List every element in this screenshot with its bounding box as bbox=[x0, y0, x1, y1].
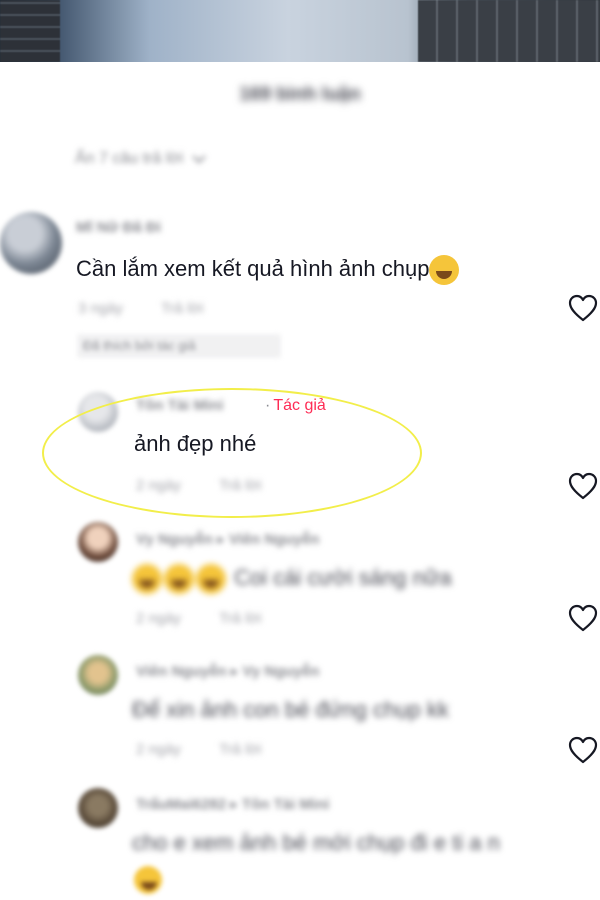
heart-outline-icon[interactable] bbox=[568, 472, 598, 500]
avatar[interactable] bbox=[0, 212, 62, 274]
reply-button[interactable]: Trả lời bbox=[219, 477, 262, 494]
comment-text-content: Coi cái cười sáng nữa bbox=[234, 564, 452, 590]
heart-outline-icon[interactable] bbox=[568, 736, 598, 764]
comment-username[interactable]: Viên Nguyễn ▸ Vy Nguyễn bbox=[136, 662, 319, 680]
reply-button[interactable]: Trả lời bbox=[161, 300, 204, 317]
comment-time: 2 ngày bbox=[136, 741, 182, 758]
liked-by-author-label: Đã thích bởi tác giả bbox=[77, 334, 281, 358]
avatar[interactable] bbox=[78, 522, 118, 562]
preview-wall-left bbox=[0, 0, 60, 62]
comment-username[interactable]: TrẩuMai6282 ▸ Tôn Tài Mini bbox=[136, 795, 329, 813]
avatar[interactable] bbox=[78, 392, 118, 432]
comments-count-title: 169 bình luận bbox=[239, 84, 361, 105]
comment-emoji-row bbox=[134, 866, 164, 894]
comment-time: 2 ngày bbox=[136, 610, 182, 627]
comment-text-content: Cần lắm xem kết quả hình ảnh chụp bbox=[76, 255, 430, 281]
video-preview-image[interactable] bbox=[0, 0, 600, 62]
comment-text: Để xin ảnh con bé đứng chụp kk bbox=[132, 697, 449, 722]
author-badge-wrap: · Tác giả bbox=[262, 397, 326, 415]
comment-text: Cần lắm xem kết quả hình ảnh chụp bbox=[76, 255, 461, 285]
comment-username[interactable]: Mĩ Nữ Đã Đi bbox=[76, 219, 161, 236]
author-badge: Tác giả bbox=[273, 397, 326, 414]
comment-text: ảnh đẹp nhé bbox=[134, 431, 257, 456]
badge-separator: · bbox=[265, 397, 271, 414]
comment-time: 3 ngày bbox=[78, 300, 124, 317]
heart-outline-icon[interactable] bbox=[568, 604, 598, 632]
comment-username[interactable]: Vy Nguyễn ▸ Viên Nguyễn bbox=[136, 530, 319, 548]
laughing-emoji-icon bbox=[429, 255, 460, 285]
laughing-emoji-icon bbox=[132, 564, 162, 594]
comment-text: cho e xem ảnh bé mới chụp đi e ti a n bbox=[132, 830, 500, 855]
comment-meta: 2 ngày Trả lời bbox=[136, 610, 296, 627]
comment-meta: 2 ngày Trả lời bbox=[136, 741, 296, 758]
heart-outline-icon[interactable] bbox=[568, 294, 598, 322]
comment-meta: 2 ngày Trả lời bbox=[136, 477, 296, 494]
preview-wall-right bbox=[418, 0, 600, 62]
laughing-emoji-icon bbox=[134, 866, 162, 894]
avatar[interactable] bbox=[78, 788, 118, 828]
laughing-emoji-icon bbox=[196, 564, 226, 594]
laughing-emoji-icon bbox=[164, 564, 194, 594]
hide-replies-label: Ẩn 7 câu trả lời bbox=[75, 150, 184, 167]
comment-username[interactable]: Tôn Tài Mini bbox=[136, 397, 224, 414]
comment-time: 2 ngày bbox=[136, 477, 182, 494]
comment-text: Coi cái cười sáng nữa bbox=[132, 564, 452, 594]
chevron-down-icon bbox=[192, 155, 206, 164]
reply-button[interactable]: Trả lời bbox=[219, 741, 262, 758]
comment-username-text: Tôn Tài Mini bbox=[136, 397, 224, 414]
avatar[interactable] bbox=[78, 655, 118, 695]
comment-meta: 3 ngày Trả lời bbox=[78, 300, 238, 317]
hide-replies-toggle[interactable]: Ẩn 7 câu trả lời bbox=[75, 150, 206, 168]
reply-button[interactable]: Trả lời bbox=[219, 610, 262, 627]
